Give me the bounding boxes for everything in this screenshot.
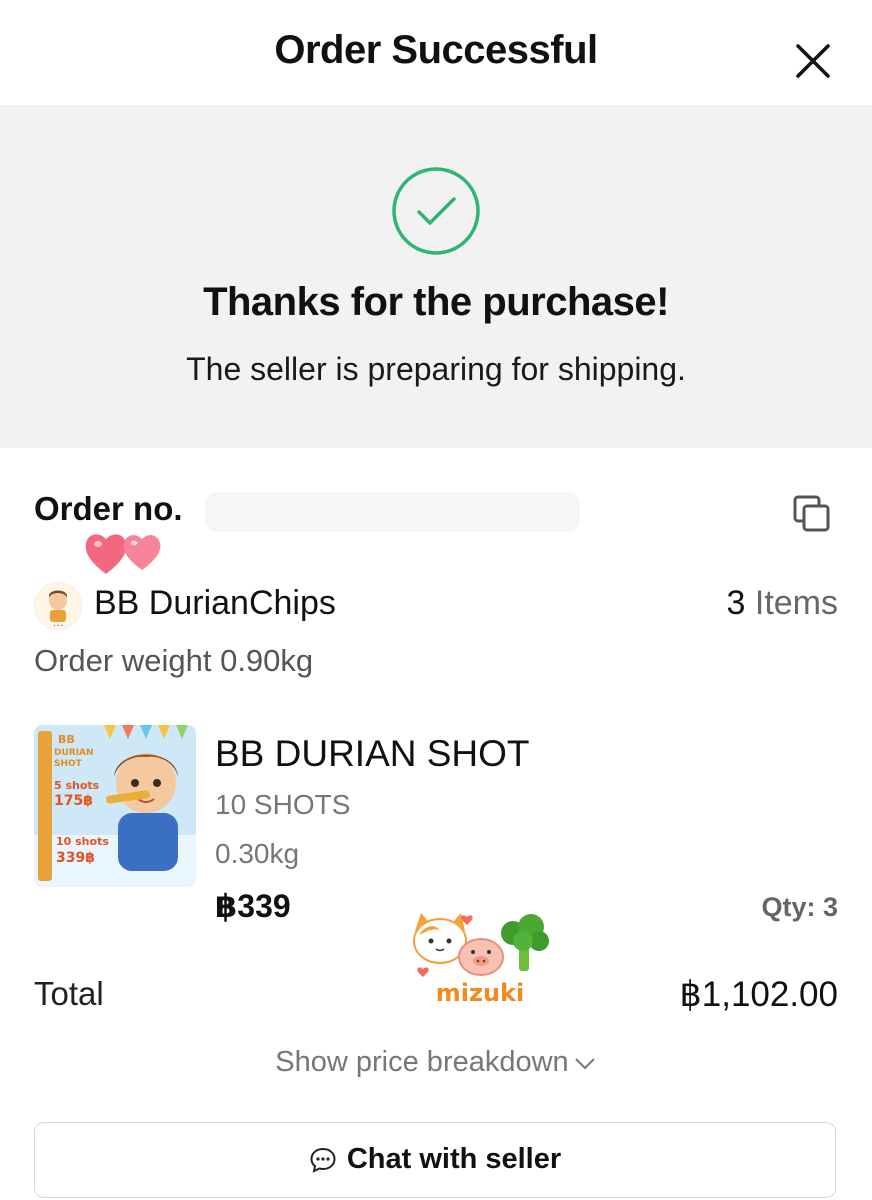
thumb-brand-line2: DURIAN bbox=[54, 748, 94, 758]
chevron-down-icon[interactable] bbox=[573, 1055, 597, 1071]
shop-avatar[interactable]: • • • bbox=[34, 582, 82, 630]
header: Order Successful bbox=[0, 0, 872, 105]
shop-name[interactable]: BB DurianChips bbox=[94, 584, 336, 623]
product-thumbnail[interactable]: BB DURIAN SHOT 5 shots 175฿ 10 shots 339… bbox=[34, 725, 196, 887]
watermark-text: mizuki bbox=[436, 979, 524, 1007]
check-circle-icon bbox=[392, 167, 480, 255]
thumb-offer2-qty: 10 shots bbox=[56, 835, 109, 848]
thumb-offer1-price: 175฿ bbox=[54, 793, 93, 809]
price-breakdown-label[interactable]: Show price breakdown bbox=[275, 1046, 568, 1078]
chat-with-seller-label[interactable]: Chat with seller bbox=[347, 1143, 561, 1176]
success-title: Thanks for the purchase! bbox=[203, 280, 669, 324]
items-count-number: 3 bbox=[726, 584, 746, 622]
close-button[interactable] bbox=[790, 38, 836, 84]
thumb-offer1-qty: 5 shots bbox=[54, 779, 100, 792]
thumb-offer2-price: 339฿ bbox=[56, 850, 95, 866]
copy-icon[interactable] bbox=[792, 494, 832, 534]
product-weight: 0.30kg bbox=[215, 838, 300, 869]
hearts-sticker bbox=[85, 534, 161, 574]
product-name[interactable]: BB DURIAN SHOT bbox=[215, 733, 530, 775]
svg-text:• • •: • • • bbox=[53, 623, 63, 628]
chat-bubble-icon[interactable] bbox=[309, 1146, 337, 1174]
chat-with-seller-button[interactable]: Chat with seller bbox=[34, 1122, 836, 1198]
items-count: 3 Items bbox=[727, 584, 839, 623]
show-price-breakdown-link[interactable]: Show price breakdown bbox=[0, 1046, 872, 1079]
order-number-redacted bbox=[205, 492, 580, 532]
shop-row[interactable]: • • • BB DurianChips 3 Items bbox=[34, 580, 839, 630]
copy-order-number-button[interactable] bbox=[792, 494, 832, 534]
order-weight: Order weight 0.90kg bbox=[34, 643, 314, 678]
total-value: ฿1,102.00 bbox=[679, 975, 838, 1014]
mizuki-watermark-sticker: mizuki bbox=[413, 913, 549, 1007]
success-subtitle: The seller is preparing for shipping. bbox=[186, 351, 686, 387]
product-quantity: Qty: 3 bbox=[761, 892, 838, 922]
thumb-brand-line3: SHOT bbox=[54, 759, 83, 769]
product-variant: 10 SHOTS bbox=[215, 789, 351, 820]
close-icon[interactable] bbox=[790, 38, 836, 84]
total-label: Total bbox=[34, 975, 104, 1012]
product-price: ฿339 bbox=[215, 888, 291, 924]
page-title: Order Successful bbox=[274, 28, 598, 72]
success-banner: Thanks for the purchase! The seller is p… bbox=[0, 105, 872, 448]
items-count-label: Items bbox=[754, 584, 838, 622]
order-number-label: Order no. bbox=[34, 490, 183, 527]
thumb-brand-line1: BB bbox=[58, 733, 75, 746]
